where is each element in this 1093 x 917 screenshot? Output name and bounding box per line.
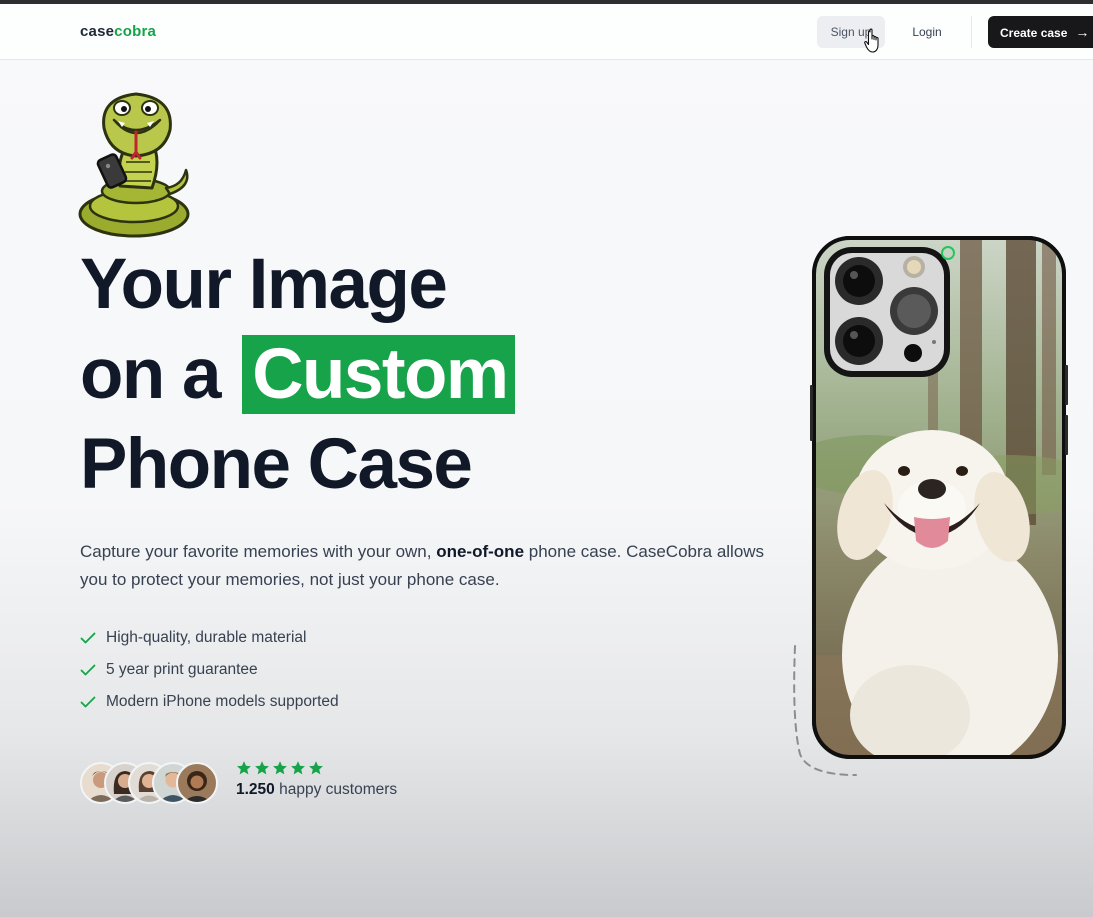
- headline-line-1: Your Image: [80, 245, 448, 324]
- cobra-mascot: [78, 90, 196, 245]
- customers-count: 1.250: [236, 781, 275, 798]
- feature-label: Modern iPhone models supported: [106, 693, 339, 710]
- avatar: [176, 762, 218, 804]
- hand-pointer-icon: [864, 28, 882, 59]
- logo-prefix: case: [80, 23, 115, 40]
- feature-list: High-quality, durable material 5 year pr…: [80, 626, 339, 722]
- hero-subtext: Capture your favorite memories with your…: [80, 538, 780, 594]
- logo-accent: cobra: [114, 23, 157, 40]
- feature-label: 5 year print guarantee: [106, 661, 258, 678]
- subtext-part-1: Capture your favorite memories with your…: [80, 542, 437, 561]
- phone-case-preview: [810, 235, 1068, 760]
- create-case-button[interactable]: Create case →: [988, 16, 1093, 48]
- hero-headline: Your Image on a Custom Phone Case: [80, 240, 780, 510]
- login-button[interactable]: Login: [898, 16, 956, 48]
- star-icon: [255, 761, 269, 775]
- star-icon: [237, 761, 251, 775]
- navbar: casecobra Sign up Login Create case →: [0, 4, 1093, 60]
- happy-customers-text: 1.250 happy customers: [236, 781, 397, 799]
- headline-line-2-prefix: on a: [80, 335, 221, 414]
- star-rating: [236, 760, 397, 778]
- star-icon: [291, 761, 305, 775]
- create-case-label: Create case: [1000, 26, 1068, 40]
- customer-avatars: [80, 762, 220, 804]
- feature-item: High-quality, durable material: [80, 626, 339, 658]
- logo[interactable]: casecobra: [80, 23, 156, 40]
- customer-rating: 1.250 happy customers: [236, 760, 397, 799]
- check-icon: [80, 626, 98, 650]
- headline-line-3: Phone Case: [80, 425, 473, 504]
- subtext-bold: one-of-one: [436, 542, 525, 561]
- feature-item: 5 year print guarantee: [80, 658, 339, 690]
- check-icon: [80, 690, 98, 714]
- nav-divider: [971, 16, 972, 48]
- feature-label: High-quality, durable material: [106, 629, 307, 646]
- headline-line-2: on a Custom: [80, 330, 780, 420]
- check-icon: [80, 658, 98, 682]
- headline-highlight: Custom: [242, 335, 516, 414]
- arrow-right-icon: →: [1075, 24, 1090, 40]
- feature-item: Modern iPhone models supported: [80, 690, 339, 722]
- customers-label: happy customers: [274, 781, 398, 798]
- star-icon: [309, 761, 323, 775]
- star-icon: [273, 761, 287, 775]
